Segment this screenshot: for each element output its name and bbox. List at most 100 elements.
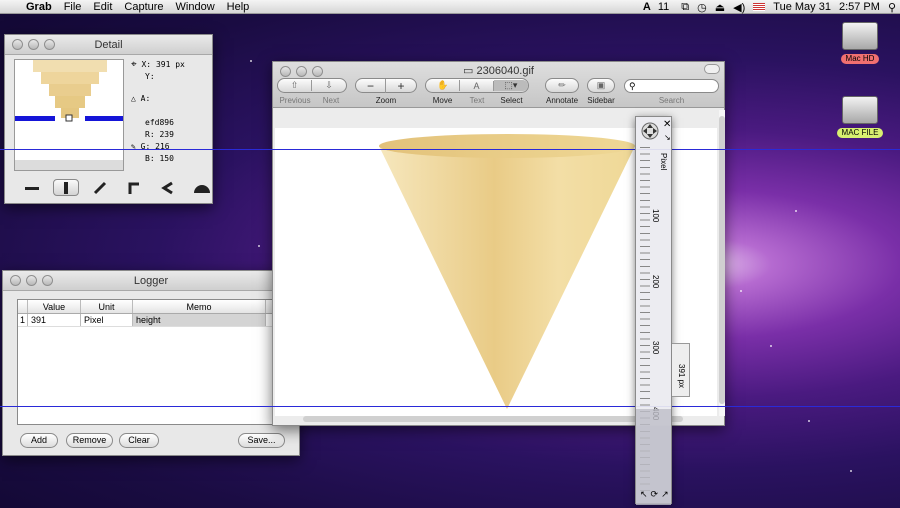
select-tool-icon[interactable]: ⬚▾	[493, 80, 528, 91]
arc-tool-icon[interactable]	[189, 179, 215, 196]
ruler-unit[interactable]: Pixel	[659, 153, 668, 170]
annotate-button[interactable]: ✏	[545, 78, 579, 93]
move-ruler-icon[interactable]	[640, 121, 660, 141]
bottom-guide-line	[0, 406, 900, 407]
annotate-pen-icon: ✏	[558, 80, 566, 90]
detail-title: Detail	[94, 39, 123, 51]
column-memo[interactable]: Memo	[133, 300, 266, 313]
text-label: Text	[469, 96, 485, 105]
toolbar-toggle-button[interactable]	[704, 64, 720, 74]
zoom-button[interactable]	[44, 39, 55, 50]
search-input[interactable]: ⚲	[624, 79, 719, 93]
zoom-out-button[interactable]: −	[356, 78, 387, 93]
flag-icon[interactable]	[749, 1, 769, 13]
previous-button[interactable]: ⇧	[278, 80, 313, 91]
column-unit[interactable]: Unit	[81, 300, 133, 313]
select-label: Select	[500, 96, 523, 105]
next-label: Next	[322, 96, 340, 105]
diagonal-tool-icon[interactable]	[87, 179, 113, 196]
move-hand-icon[interactable]: ✋	[426, 80, 461, 91]
sidebar-icon: ▣	[596, 80, 606, 90]
prev-next-group: ⇧ ⇩	[277, 78, 347, 93]
menu-file[interactable]: File	[58, 1, 88, 13]
next-button[interactable]: ⇩	[312, 80, 346, 91]
add-button[interactable]: Add	[20, 433, 58, 448]
gif-file-icon: ▭	[463, 65, 474, 77]
eject-icon[interactable]: ⏏	[711, 1, 729, 14]
menu-capture[interactable]: Capture	[118, 1, 169, 13]
desktop-icon-mac-file[interactable]: MAC FILE	[832, 96, 888, 138]
search-icon: ⚲	[629, 81, 636, 91]
ruler-tick-200: 200	[651, 275, 660, 289]
tool-mode-group: ✋ A ⬚▾	[425, 78, 529, 93]
menu-app-grab[interactable]: Grab	[20, 1, 58, 13]
close-button[interactable]	[12, 39, 23, 50]
angle-icon: △	[131, 94, 136, 103]
rotate-ruler-icon[interactable]: ↘	[664, 133, 671, 142]
ruler-tick-300: 300	[651, 341, 660, 355]
zoom-button[interactable]	[42, 275, 53, 286]
menu-edit[interactable]: Edit	[87, 1, 118, 13]
hex-value: efd896	[145, 118, 174, 127]
annotate-label: Annotate	[545, 96, 579, 105]
ruler-tick-100: 100	[651, 209, 660, 223]
vertical-scrollbar[interactable]	[719, 110, 725, 416]
hard-disk-icon	[842, 96, 878, 124]
menu-time[interactable]: 2:57 PM	[835, 1, 884, 13]
horizontal-tool-icon[interactable]	[19, 179, 45, 196]
menu-window[interactable]: Window	[170, 1, 221, 13]
b-value: 150	[159, 154, 174, 163]
spotlight-icon[interactable]: ⚲	[884, 1, 900, 14]
clear-button[interactable]: Clear	[119, 433, 159, 448]
column-value[interactable]: Value	[28, 300, 81, 313]
logger-window: Logger Value Unit Memo 1 391 Pixel heigh…	[2, 270, 300, 456]
minimize-button[interactable]	[26, 275, 37, 286]
table-header: Value Unit Memo	[18, 300, 288, 314]
previous-label: Previous	[279, 96, 311, 105]
sidebar-button[interactable]: ▣	[587, 78, 615, 93]
measurement-value: 391 px	[677, 364, 686, 389]
measure-tools	[19, 179, 215, 196]
close-ruler-icon[interactable]: ✕	[663, 119, 671, 130]
logger-titlebar[interactable]: Logger	[3, 271, 299, 291]
logger-title: Logger	[133, 275, 169, 287]
close-button[interactable]	[10, 275, 21, 286]
volume-icon[interactable]: ◀)	[729, 1, 749, 14]
search-label: Search	[658, 96, 685, 105]
ruler-bottom-controls[interactable]: ↖⟳↗	[640, 489, 672, 500]
minimize-button[interactable]	[28, 39, 39, 50]
move-label: Move	[432, 96, 453, 105]
magnifier-view	[14, 59, 124, 171]
top-guide-line	[0, 149, 900, 150]
zoom-group: − +	[355, 78, 417, 93]
desktop-icon-label: Mac HD	[840, 54, 880, 64]
preview-title: ▭ 2306040.gif	[463, 65, 534, 77]
menu-bar: Grab File Edit Capture Window Help A 11 …	[0, 0, 900, 14]
hard-disk-icon	[842, 22, 878, 50]
input-menu-icon[interactable]: A 11	[639, 1, 677, 13]
text-tool-icon[interactable]: A	[460, 80, 494, 91]
table-row[interactable]: 1 391 Pixel height	[18, 314, 288, 327]
angle-tool-icon[interactable]	[155, 179, 181, 196]
input-badge: 11	[657, 1, 670, 13]
zoom-in-button[interactable]: +	[386, 79, 416, 93]
horizontal-scrollbar[interactable]	[303, 416, 683, 422]
x-value: 391 px	[155, 60, 185, 69]
detail-titlebar[interactable]: Detail	[5, 35, 212, 55]
preview-toolbar: ▭ 2306040.gif ⇧ ⇩ Previous Next − + Zoom…	[273, 62, 724, 108]
ruler[interactable]: ✕ ↘ Pixel 100 200 300 400 391 px ↖⟳↗	[635, 116, 690, 505]
zoom-label: Zoom	[375, 96, 397, 105]
sidebar-label: Sidebar	[587, 96, 615, 105]
save-button[interactable]: Save...	[238, 433, 285, 448]
time-machine-icon[interactable]: ◷	[693, 1, 711, 14]
detail-window: Detail ⌖ X: 391 px Y: △ A: efd896 R: 239…	[4, 34, 213, 204]
remove-button[interactable]: Remove	[66, 433, 113, 448]
desktop-icon-mac-hd[interactable]: Mac HD	[832, 22, 888, 64]
vertical-tool-icon[interactable]	[53, 179, 79, 196]
corner-tool-icon[interactable]	[121, 179, 147, 196]
menu-help[interactable]: Help	[221, 1, 256, 13]
desktop-icon-label: MAC FILE	[836, 128, 884, 138]
menu-clock[interactable]: Tue May 31	[769, 1, 835, 13]
measurement-tab: 391 px	[672, 343, 690, 397]
screens-icon[interactable]: ⧉	[677, 1, 693, 14]
